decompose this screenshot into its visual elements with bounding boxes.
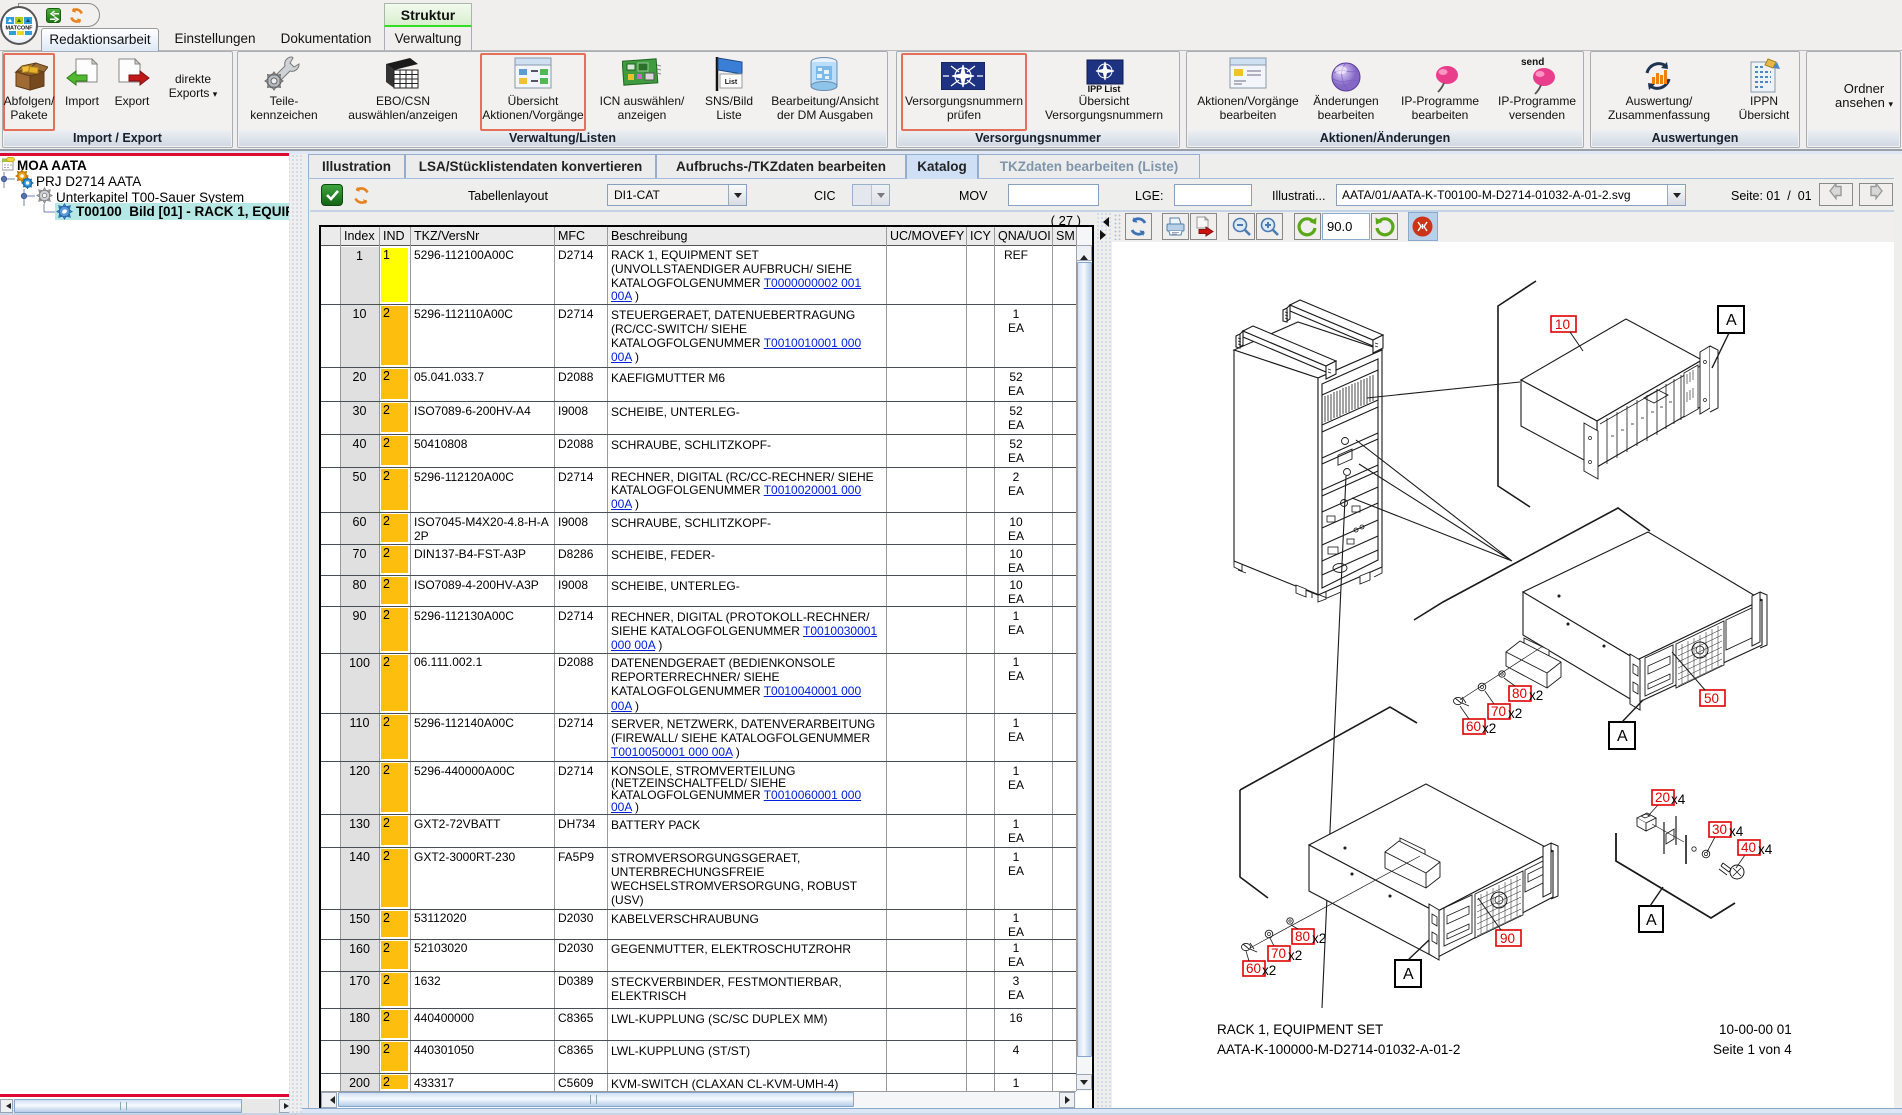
svg-text:40: 40: [1741, 840, 1756, 855]
svg-text:80: 80: [1295, 929, 1310, 944]
svg-text:IPP List: IPP List: [1088, 84, 1121, 94]
svg-text:A: A: [1726, 312, 1737, 329]
svg-text:10: 10: [1555, 317, 1570, 332]
svg-text:x4: x4: [1729, 824, 1744, 839]
svg-text:x2: x2: [1508, 706, 1522, 721]
svg-text:x2: x2: [1312, 931, 1326, 946]
svg-text:x2: x2: [1529, 688, 1543, 703]
svg-text:Seite 1 von 4: Seite 1 von 4: [1713, 1042, 1792, 1057]
svg-text:x4: x4: [1758, 842, 1773, 857]
svg-text:50: 50: [1704, 691, 1719, 706]
svg-text:80: 80: [1512, 686, 1527, 701]
svg-text:90: 90: [1500, 931, 1515, 946]
svg-text:10-00-00 01: 10-00-00 01: [1719, 1022, 1792, 1037]
svg-text:RACK 1, EQUIPMENT SET: RACK 1, EQUIPMENT SET: [1217, 1022, 1383, 1037]
svg-text:x2: x2: [1482, 721, 1496, 736]
svg-text:60: 60: [1246, 961, 1261, 976]
svg-text:x2: x2: [1262, 963, 1276, 978]
svg-text:70: 70: [1491, 704, 1506, 719]
svg-text:MATCONF: MATCONF: [5, 26, 33, 32]
svg-text:A: A: [1403, 966, 1414, 983]
svg-text:30: 30: [1712, 822, 1727, 837]
svg-text:A: A: [1646, 912, 1657, 929]
svg-text:x4: x4: [1671, 792, 1686, 807]
svg-text:List: List: [725, 79, 738, 86]
svg-text:70: 70: [1271, 946, 1286, 961]
svg-text:AATA-K-100000-M-D2714-01032-A-: AATA-K-100000-M-D2714-01032-A-01-2: [1217, 1042, 1460, 1057]
svg-text:A: A: [1617, 728, 1628, 745]
svg-text:60: 60: [1466, 719, 1481, 734]
svg-text:20: 20: [1655, 790, 1670, 805]
svg-text:x2: x2: [1288, 948, 1302, 963]
